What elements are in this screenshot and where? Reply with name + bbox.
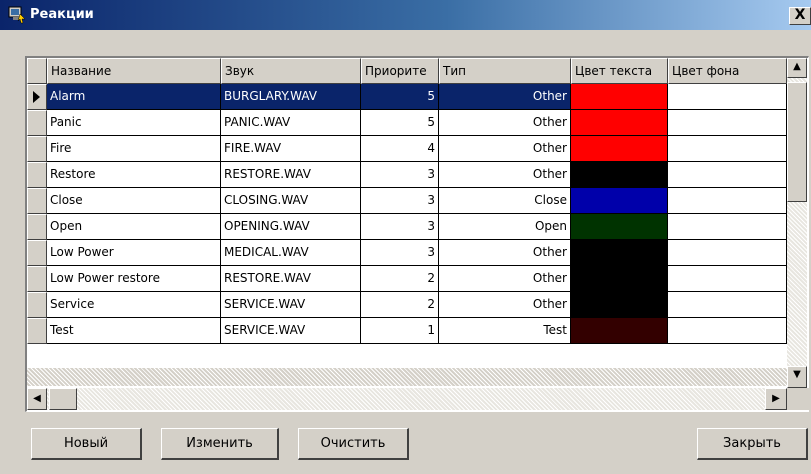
cell-type[interactable]: Close [439, 188, 571, 214]
cell-name[interactable]: Service [47, 292, 221, 318]
row-indicator[interactable] [27, 110, 47, 136]
text-color-swatch[interactable] [571, 240, 668, 266]
cell-priority[interactable]: 5 [361, 110, 439, 136]
column-header[interactable]: Название [47, 58, 221, 84]
cell-sound[interactable]: SERVICE.WAV [221, 318, 361, 344]
current-row-arrow-icon [33, 91, 40, 103]
cell-type[interactable]: Other [439, 292, 571, 318]
row-indicator[interactable] [27, 136, 47, 162]
vertical-scrollbar[interactable]: ▲ ▼ [787, 58, 807, 388]
cell-type[interactable]: Other [439, 84, 571, 110]
window-title: Реакции [30, 7, 94, 22]
grid-header-corner [27, 58, 47, 84]
cell-type[interactable]: Other [439, 266, 571, 292]
column-header[interactable]: Цвет фона [668, 58, 787, 84]
row-indicator[interactable] [27, 266, 47, 292]
cell-priority[interactable]: 5 [361, 84, 439, 110]
row-indicator[interactable] [27, 292, 47, 318]
cell-name[interactable]: Open [47, 214, 221, 240]
background-color-cell[interactable] [668, 110, 787, 136]
cell-name[interactable]: Alarm [47, 84, 221, 110]
background-color-cell[interactable] [668, 318, 787, 344]
text-color-swatch[interactable] [571, 136, 668, 162]
scroll-down-button[interactable]: ▼ [787, 366, 807, 388]
cell-sound[interactable]: CLOSING.WAV [221, 188, 361, 214]
cell-priority[interactable]: 3 [361, 188, 439, 214]
horizontal-scrollbar[interactable]: ◀ ▶ [27, 388, 787, 410]
row-indicator[interactable] [27, 240, 47, 266]
cell-priority[interactable]: 2 [361, 292, 439, 318]
close-button[interactable]: Закрыть [697, 428, 808, 460]
vertical-scroll-thumb[interactable] [787, 82, 807, 202]
column-header[interactable]: Цвет текста [571, 58, 668, 84]
cell-name[interactable]: Restore [47, 162, 221, 188]
text-color-swatch[interactable] [571, 214, 668, 240]
column-header[interactable]: Звук [221, 58, 361, 84]
cell-name[interactable]: Panic [47, 110, 221, 136]
cell-type[interactable]: Other [439, 110, 571, 136]
cell-priority[interactable]: 3 [361, 214, 439, 240]
cell-sound[interactable]: OPENING.WAV [221, 214, 361, 240]
row-indicator[interactable] [27, 214, 47, 240]
text-color-swatch[interactable] [571, 84, 668, 110]
cell-priority[interactable]: 1 [361, 318, 439, 344]
cell-type[interactable]: Other [439, 136, 571, 162]
column-header[interactable]: Приорите [361, 58, 439, 84]
empty-grid-area [27, 368, 787, 386]
cell-sound[interactable]: MEDICAL.WAV [221, 240, 361, 266]
row-indicator[interactable] [27, 318, 47, 344]
scroll-right-button[interactable]: ▶ [765, 388, 787, 410]
cell-type[interactable]: Open [439, 214, 571, 240]
cell-name[interactable]: Low Power restore [47, 266, 221, 292]
background-color-cell[interactable] [668, 266, 787, 292]
text-color-swatch[interactable] [571, 292, 668, 318]
reactions-grid[interactable]: Название Звук Приорите Тип Цвет текста Цвет ф… [25, 56, 809, 412]
text-color-swatch[interactable] [571, 162, 668, 188]
horizontal-scroll-thumb[interactable] [49, 388, 77, 410]
background-color-cell[interactable] [668, 214, 787, 240]
cell-type[interactable]: Test [439, 318, 571, 344]
background-color-cell[interactable] [668, 84, 787, 110]
cell-sound[interactable]: SERVICE.WAV [221, 292, 361, 318]
text-color-swatch[interactable] [571, 266, 668, 292]
cell-type[interactable]: Other [439, 240, 571, 266]
cell-name[interactable]: Low Power [47, 240, 221, 266]
background-color-cell[interactable] [668, 136, 787, 162]
cell-sound[interactable]: PANIC.WAV [221, 110, 361, 136]
clear-button[interactable]: Очистить [298, 428, 409, 460]
text-color-swatch[interactable] [571, 318, 668, 344]
app-icon [8, 6, 26, 24]
cell-sound[interactable]: RESTORE.WAV [221, 266, 361, 292]
new-button[interactable]: Новый [31, 428, 142, 460]
background-color-cell[interactable] [668, 188, 787, 214]
background-color-cell[interactable] [668, 240, 787, 266]
cell-sound[interactable]: BURGLARY.WAV [221, 84, 361, 110]
scroll-up-button[interactable]: ▲ [787, 58, 807, 78]
row-indicator[interactable] [27, 188, 47, 214]
row-indicator[interactable] [27, 162, 47, 188]
cell-priority[interactable]: 2 [361, 266, 439, 292]
cell-sound[interactable]: FIRE.WAV [221, 136, 361, 162]
background-color-cell[interactable] [668, 292, 787, 318]
cell-priority[interactable]: 3 [361, 240, 439, 266]
cell-name[interactable]: Test [47, 318, 221, 344]
scroll-left-button[interactable]: ◀ [27, 388, 47, 410]
background-color-cell[interactable] [668, 162, 787, 188]
cell-name[interactable]: Close [47, 188, 221, 214]
cell-priority[interactable]: 3 [361, 162, 439, 188]
edit-button[interactable]: Изменить [161, 428, 279, 460]
cell-sound[interactable]: RESTORE.WAV [221, 162, 361, 188]
cell-name[interactable]: Fire [47, 136, 221, 162]
cell-type[interactable]: Other [439, 162, 571, 188]
column-header[interactable]: Тип [439, 58, 571, 84]
close-window-button[interactable]: X [789, 7, 811, 25]
title-bar: Реакции [0, 0, 811, 30]
cell-priority[interactable]: 4 [361, 136, 439, 162]
row-indicator[interactable] [27, 84, 47, 110]
text-color-swatch[interactable] [571, 110, 668, 136]
text-color-swatch[interactable] [571, 188, 668, 214]
scrollbar-corner [787, 388, 809, 410]
